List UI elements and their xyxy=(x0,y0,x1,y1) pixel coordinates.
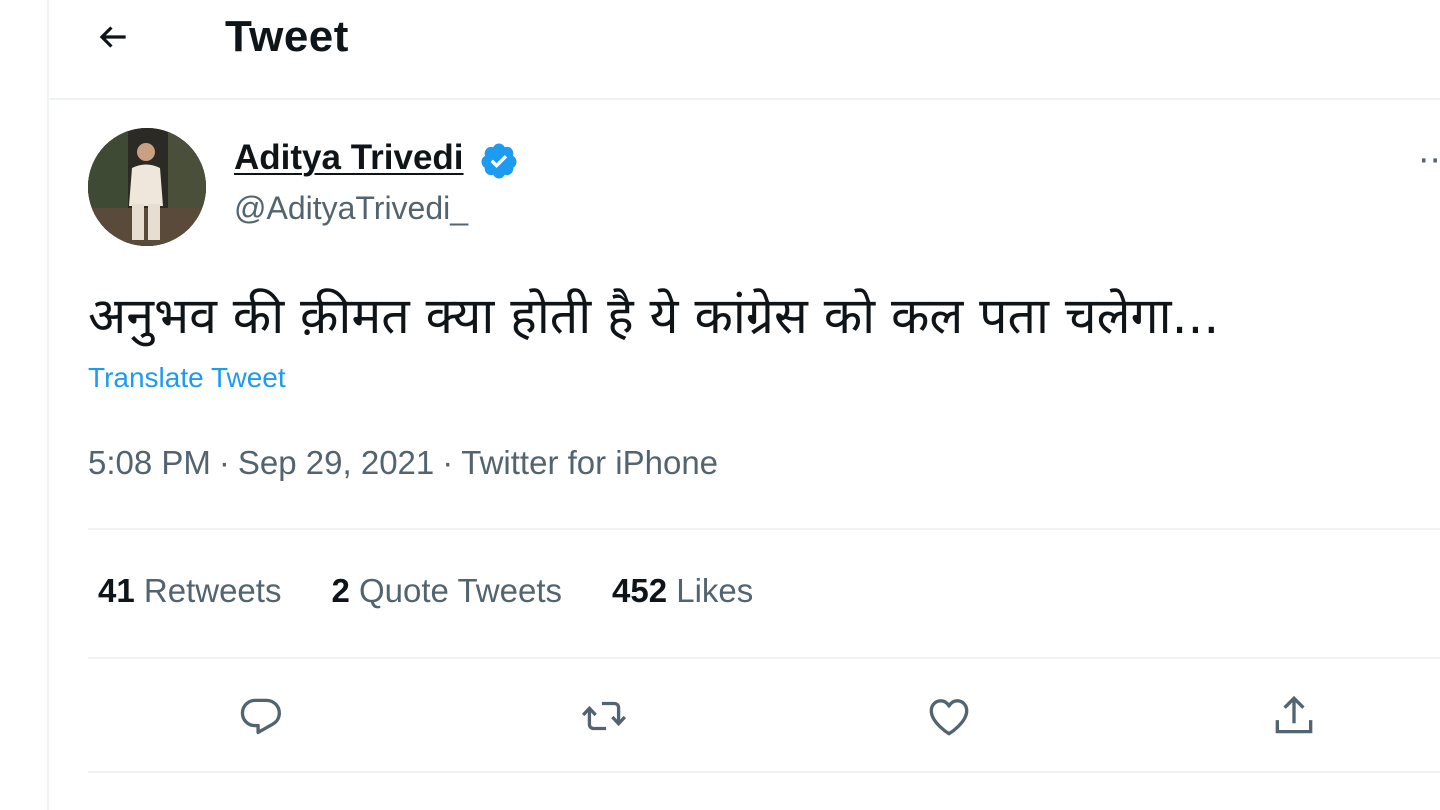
retweet-icon xyxy=(581,701,627,731)
back-button[interactable] xyxy=(89,13,137,61)
page-title: Tweet xyxy=(225,12,349,61)
avatar-image xyxy=(88,128,206,246)
likes-stat[interactable]: 452 Likes xyxy=(612,572,753,610)
divider xyxy=(88,771,1440,773)
tweet-page: Tweet Aditya Trivedi @AdityaTrivedi_ ⋯ अ… xyxy=(0,0,1440,810)
author-handle[interactable]: @AdityaTrivedi_ xyxy=(234,190,468,227)
divider xyxy=(88,657,1440,659)
reply-button[interactable] xyxy=(235,690,287,742)
like-icon xyxy=(929,699,969,736)
like-button[interactable] xyxy=(923,690,975,742)
column-border xyxy=(47,0,49,810)
tweet-time[interactable]: 5:08 PM xyxy=(88,444,211,481)
likes-count: 452 xyxy=(612,572,668,609)
share-icon xyxy=(1275,695,1313,734)
tweet-date[interactable]: Sep 29, 2021 xyxy=(238,444,434,481)
tweet-source[interactable]: Twitter for iPhone xyxy=(461,444,718,481)
translate-tweet-link[interactable]: Translate Tweet xyxy=(88,362,286,394)
retweets-count: 41 xyxy=(98,572,135,609)
verified-badge-icon xyxy=(481,143,517,179)
arrow-left-icon xyxy=(99,26,126,48)
avatar[interactable] xyxy=(88,128,206,246)
reply-icon xyxy=(240,698,281,735)
tweet-text: अनुभव की क़ीमत क्या होती है ये कांग्रेस … xyxy=(88,287,1220,345)
divider xyxy=(88,528,1440,530)
quote-tweets-stat[interactable]: 2 Quote Tweets xyxy=(331,572,562,610)
more-options-icon[interactable]: ⋯ xyxy=(1418,140,1440,180)
retweet-button[interactable] xyxy=(578,690,630,742)
quote-tweets-label: Quote Tweets xyxy=(358,572,562,609)
retweets-label: Retweets xyxy=(143,572,282,609)
retweets-stat[interactable]: 41 Retweets xyxy=(98,572,281,610)
meta-separator: · xyxy=(442,444,454,481)
page-header: Tweet xyxy=(49,0,1440,100)
likes-label: Likes xyxy=(676,572,754,609)
meta-separator: · xyxy=(218,444,230,481)
share-button[interactable] xyxy=(1268,690,1320,742)
author-name[interactable]: Aditya Trivedi xyxy=(234,138,464,178)
quote-tweets-count: 2 xyxy=(331,572,350,609)
tweet-stats: 41 Retweets 2 Quote Tweets 452 Likes xyxy=(98,572,753,610)
tweet-meta: 5:08 PM · Sep 29, 2021 · Twitter for iPhone xyxy=(88,444,718,482)
